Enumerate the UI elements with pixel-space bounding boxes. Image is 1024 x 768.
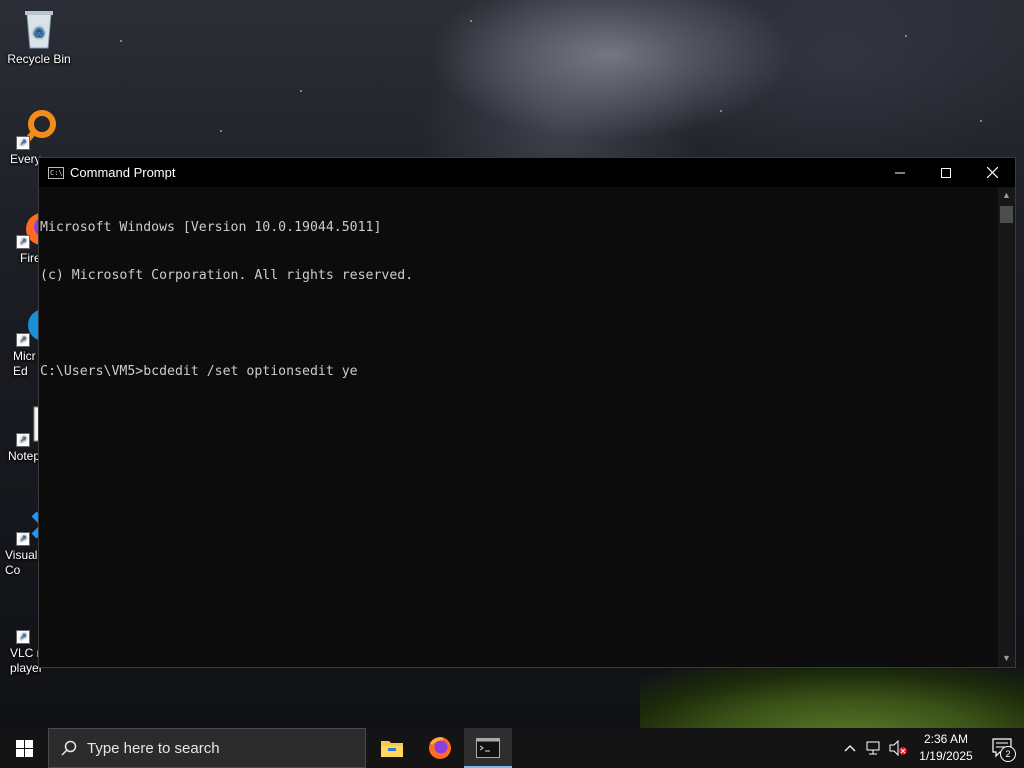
minimize-button[interactable]	[877, 158, 923, 187]
show-hidden-icons-chevron-up-icon[interactable]	[838, 728, 862, 768]
scroll-down-icon[interactable]: ▼	[998, 650, 1015, 667]
close-icon	[986, 167, 998, 178]
taskbar-file-explorer[interactable]	[368, 728, 416, 768]
desktop-icon-recycle-bin[interactable]: ♻ Recycle Bin	[1, 8, 77, 67]
console-line: Microsoft Windows [Version 10.0.19044.50…	[40, 220, 382, 235]
search-placeholder: Type here to search	[87, 739, 220, 757]
console-output[interactable]: Microsoft Windows [Version 10.0.19044.50…	[39, 187, 998, 667]
maximize-button[interactable]	[923, 158, 969, 187]
taskbar-firefox[interactable]	[416, 728, 464, 768]
shortcut-arrow-icon: ↗	[16, 136, 30, 150]
scroll-thumb[interactable]	[1000, 206, 1013, 223]
windows-logo-icon	[15, 739, 33, 757]
command-input-line[interactable]: C:\Users\VM5>bcdedit /set optionsedit ye	[40, 364, 998, 380]
clock-time: 2:36 AM	[923, 732, 969, 746]
cmd-icon	[476, 738, 500, 758]
search-box[interactable]: Type here to search	[48, 728, 366, 768]
minimize-icon	[895, 172, 905, 173]
folder-icon	[381, 741, 403, 757]
recycle-bin-icon: ♻	[19, 8, 59, 49]
console-line: (c) Microsoft Corporation. All rights re…	[40, 268, 414, 283]
start-button[interactable]	[0, 728, 48, 768]
clock-date: 1/19/2025	[919, 749, 973, 763]
svg-text:♻: ♻	[33, 26, 45, 41]
shortcut-arrow-icon: ↗	[16, 433, 30, 447]
system-tray: 2:36 AM 1/19/2025 2	[838, 728, 1024, 768]
vertical-scrollbar[interactable]: ▲ ▼	[998, 187, 1015, 667]
taskbar-command-prompt[interactable]	[464, 728, 512, 768]
action-center-button[interactable]: 2	[982, 728, 1024, 768]
window-title: Command Prompt	[70, 165, 176, 180]
shortcut-arrow-icon: ↗	[16, 235, 30, 249]
firefox-icon	[429, 737, 451, 759]
scroll-up-icon[interactable]: ▲	[998, 187, 1015, 204]
close-button[interactable]	[969, 158, 1015, 187]
network-icon[interactable]	[862, 728, 886, 768]
title-bar[interactable]: C:\ Command Prompt	[39, 158, 1015, 187]
cmd-icon: C:\	[48, 166, 64, 179]
clock[interactable]: 2:36 AM 1/19/2025	[910, 731, 982, 765]
taskbar: Type here to search 2:36 AM 1/19/2025 2	[0, 728, 1024, 768]
volume-muted-icon[interactable]	[886, 728, 910, 768]
maximize-icon	[941, 167, 951, 178]
everything-search-icon: ↗	[16, 108, 58, 150]
shortcut-arrow-icon: ↗	[16, 333, 30, 347]
command-prompt-window[interactable]: C:\ Command Prompt Microsoft Windows [Ve…	[38, 157, 1016, 668]
shortcut-arrow-icon: ↗	[16, 532, 30, 546]
desktop-icon-label: Recycle Bin	[7, 52, 71, 66]
notification-count-badge: 2	[1000, 746, 1016, 762]
search-icon	[61, 740, 77, 756]
wallpaper-hill	[640, 660, 1024, 728]
shortcut-arrow-icon: ↗	[16, 630, 30, 644]
